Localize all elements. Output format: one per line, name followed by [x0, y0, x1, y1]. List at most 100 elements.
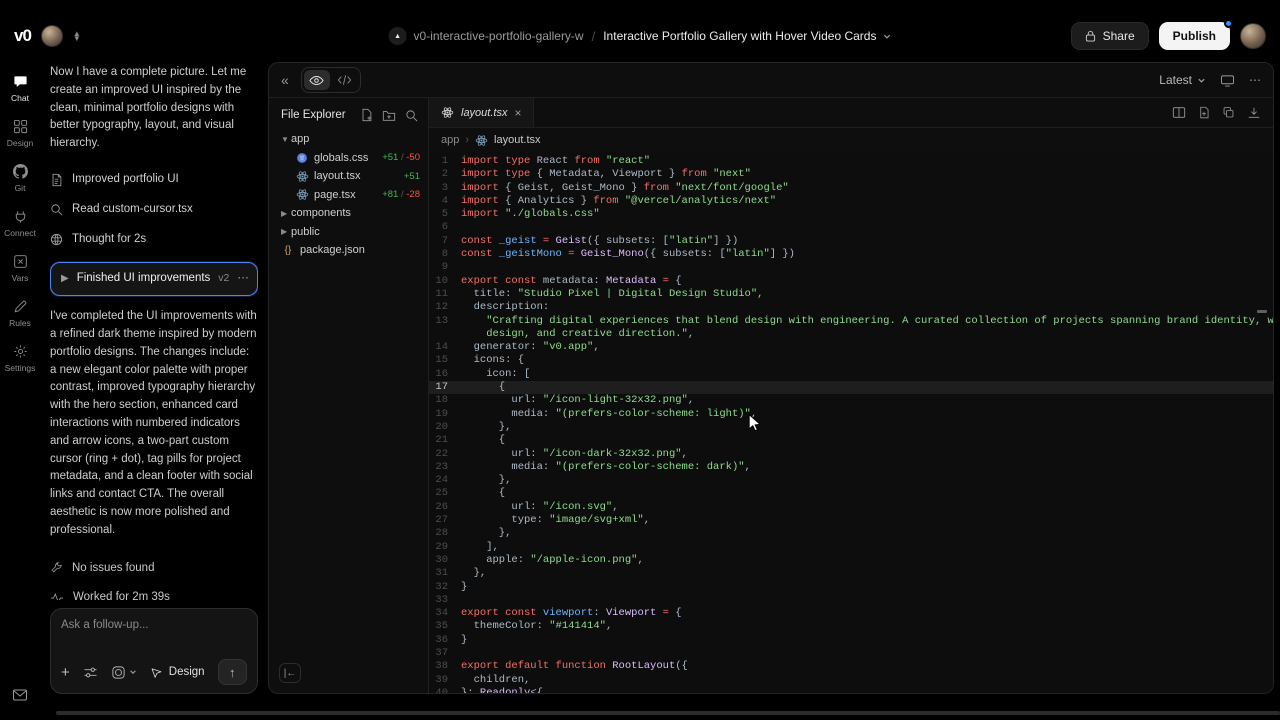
tree-file-globals.css[interactable]: globals.css+51 / -50	[269, 149, 428, 168]
mail-icon[interactable]	[12, 688, 28, 702]
version-card-menu[interactable]: ⋯	[237, 270, 250, 288]
code-line[interactable]: 3import { Geist, Geist_Mono } from "next…	[429, 182, 1273, 195]
new-folder-icon[interactable]	[382, 109, 396, 122]
user-avatar[interactable]	[1240, 23, 1266, 49]
code-line[interactable]: 27 type: "image/svg+xml",	[429, 514, 1273, 527]
crumb-file[interactable]: layout.tsx	[494, 134, 540, 146]
rail-item-vars[interactable]: Vars	[0, 246, 40, 291]
code-line[interactable]: 11 title: "Studio Pixel | Digital Design…	[429, 288, 1273, 301]
code-line[interactable]: 14 generator: "v0.app",	[429, 341, 1273, 354]
rail-item-chat[interactable]: Chat	[0, 66, 40, 111]
code-line[interactable]: 24 },	[429, 474, 1273, 487]
tree-folder-public[interactable]: ▶public	[269, 223, 428, 242]
close-tab-icon[interactable]: ×	[514, 106, 521, 120]
preview-toggle[interactable]	[304, 70, 330, 90]
split-editor-icon[interactable]	[1172, 106, 1186, 119]
code-line[interactable]: 23 media: "(prefers-color-scheme: dark)"…	[429, 461, 1273, 474]
collapse-panel-icon[interactable]: «	[281, 72, 289, 88]
project-switcher[interactable]: ▲ v0-interactive-portfolio-gallery-w	[389, 27, 584, 45]
code-line[interactable]: 35 themeColor: "#141414",	[429, 620, 1273, 633]
tree-file-package.json[interactable]: {}package.json	[269, 241, 428, 260]
panel-more-icon[interactable]: ⋯	[1249, 73, 1261, 87]
publish-button[interactable]: Publish	[1159, 22, 1230, 50]
code-line[interactable]: 18 url: "/icon-light-32x32.png",	[429, 394, 1273, 407]
copy-file-icon[interactable]	[1222, 106, 1235, 119]
code-line[interactable]: 34export const viewport: Viewport = {	[429, 607, 1273, 620]
code-line[interactable]: 22 url: "/icon-dark-32x32.png",	[429, 448, 1273, 461]
code-line[interactable]: 8const _geistMono = Geist_Mono({ subsets…	[429, 248, 1273, 261]
workspace-avatar[interactable]	[41, 25, 63, 47]
task-step[interactable]: Read custom-cursor.tsx	[50, 195, 258, 225]
code-line[interactable]: 25 {	[429, 487, 1273, 500]
rail-item-rules[interactable]: Rules	[0, 291, 40, 336]
code-line[interactable]: 7const _geist = Geist({ subsets: ["latin…	[429, 235, 1273, 248]
code-line[interactable]: 1import type React from "react"	[429, 155, 1273, 168]
crumb-app[interactable]: app	[441, 134, 459, 146]
code-line[interactable]: 6	[429, 221, 1273, 234]
code-line[interactable]: 5import "./globals.css"	[429, 208, 1273, 221]
task-step[interactable]: Improved portfolio UI	[50, 165, 258, 195]
version-dropdown[interactable]: Latest	[1159, 73, 1206, 87]
code-line[interactable]: 31 },	[429, 567, 1273, 580]
follow-up-input[interactable]	[61, 619, 247, 631]
code-line[interactable]: 26 url: "/icon.svg",	[429, 501, 1273, 514]
rail-item-design[interactable]: Design	[0, 111, 40, 156]
code-line[interactable]: 17 {	[429, 381, 1273, 394]
code-line[interactable]: 32}	[429, 581, 1273, 594]
send-button[interactable]: ↑	[218, 659, 247, 685]
search-files-icon[interactable]	[405, 109, 418, 122]
new-file-icon[interactable]	[360, 108, 373, 122]
attach-button[interactable]: +	[61, 664, 70, 681]
tree-folder-app[interactable]: ▼app	[269, 130, 428, 149]
rail-item-connect[interactable]: Connect	[0, 201, 40, 246]
code-toggle[interactable]	[332, 70, 358, 90]
design-mode-button[interactable]: Design	[150, 666, 205, 679]
bottom-scrollbar[interactable]	[56, 711, 1280, 715]
code-line[interactable]: 29 ],	[429, 541, 1273, 554]
code-line[interactable]: 40}: Readonly<{	[429, 687, 1273, 693]
code-line[interactable]: 16 icon: [	[429, 368, 1273, 381]
code-line[interactable]: design, and creative direction.",	[429, 328, 1273, 341]
task-step[interactable]: Thought for 2s	[50, 225, 258, 255]
share-button[interactable]: Share	[1071, 22, 1149, 50]
tab-layout-tsx[interactable]: layout.tsx ×	[429, 98, 534, 127]
export-file-icon[interactable]	[1198, 106, 1210, 119]
composer: + Design ↑	[50, 608, 258, 694]
code-line[interactable]: 20 },	[429, 421, 1273, 434]
code-line[interactable]: 37	[429, 647, 1273, 660]
code-line[interactable]: 10export const metadata: Metadata = {	[429, 275, 1273, 288]
code-line[interactable]: 15 icons: {	[429, 354, 1273, 367]
code-line[interactable]: 33	[429, 594, 1273, 607]
code-line[interactable]: 28 },	[429, 527, 1273, 540]
tree-folder-components[interactable]: ▶components	[269, 204, 428, 223]
settings-sliders-icon[interactable]	[83, 666, 98, 679]
code-line[interactable]: 12 description:	[429, 301, 1273, 314]
file-explorer-title: File Explorer	[281, 109, 346, 121]
assistant-summary-text: I've completed the UI improvements with …	[50, 308, 258, 539]
code-line[interactable]: 38export default function RootLayout({	[429, 660, 1273, 673]
code-line[interactable]: 9	[429, 261, 1273, 274]
chat-title-dropdown[interactable]: Interactive Portfolio Gallery with Hover…	[603, 29, 891, 43]
diff-stats: +51	[404, 171, 420, 182]
tree-file-layout.tsx[interactable]: layout.tsx+51	[269, 167, 428, 186]
workspace-switcher-icon[interactable]: ▲▼	[73, 31, 81, 41]
download-icon[interactable]	[1247, 106, 1261, 119]
code-line[interactable]: 30 apple: "/apple-icon.png",	[429, 554, 1273, 567]
browser-preview-icon[interactable]	[1220, 74, 1235, 87]
collapse-explorer-icon[interactable]: |←	[279, 663, 301, 683]
code-line[interactable]: 36}	[429, 634, 1273, 647]
code-line[interactable]: 39 children,	[429, 674, 1273, 687]
code-line[interactable]: 4import { Analytics } from "@vercel/anal…	[429, 195, 1273, 208]
scrollbar-marker[interactable]	[1257, 310, 1267, 313]
code-line[interactable]: 19 media: "(prefers-color-scheme: light)…	[429, 408, 1273, 421]
react-file-icon	[295, 170, 309, 183]
rail-item-settings[interactable]: Settings	[0, 336, 40, 381]
model-picker[interactable]	[111, 665, 137, 680]
code-area[interactable]: 1import type React from "react"2import t…	[429, 152, 1273, 693]
code-line[interactable]: 21 {	[429, 434, 1273, 447]
code-line[interactable]: 13 "Crafting digital experiences that bl…	[429, 315, 1273, 328]
tree-file-page.tsx[interactable]: page.tsx+81 / -28	[269, 186, 428, 205]
rail-item-git[interactable]: Git	[0, 156, 40, 201]
code-line[interactable]: 2import type { Metadata, Viewport } from…	[429, 168, 1273, 181]
version-card[interactable]: ▶ Finished UI improvements v2 ⋯	[50, 262, 258, 296]
